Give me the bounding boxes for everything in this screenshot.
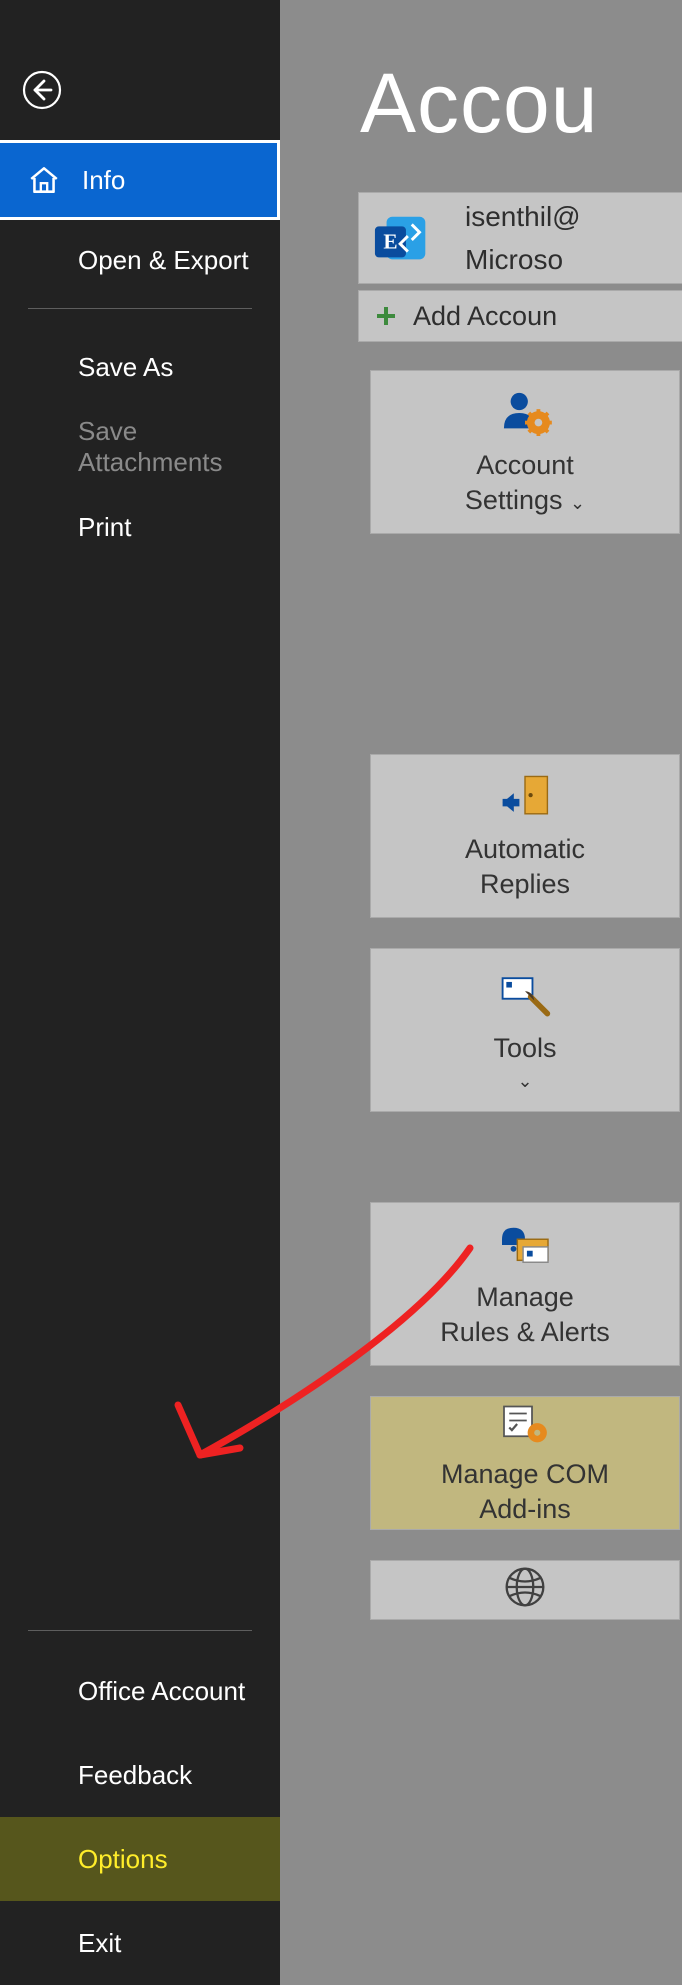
nav-feedback[interactable]: Feedback [0,1733,280,1817]
account-provider: Microso [465,238,581,281]
nav-bottom-divider [28,1630,252,1631]
tools-tile[interactable]: Tools ⌄ [370,948,680,1112]
nav-info-label: Info [82,165,125,196]
manage-com-addins-tile[interactable]: Manage COMAdd-ins [370,1396,680,1530]
back-arrow-icon [22,70,62,110]
home-icon [27,163,61,197]
nav-print-label: Print [78,512,131,543]
globe-tile-partial[interactable] [370,1560,680,1620]
add-account-button[interactable]: Add Accoun [358,290,682,342]
manage-rules-label: ManageRules & Alerts [440,1280,610,1350]
account-settings-label: AccountSettings ⌄ [465,448,585,518]
nav-save-as-label: Save As [78,352,173,383]
automatic-replies-tile[interactable]: AutomaticReplies [370,754,680,918]
tile-column: AccountSettings ⌄ AutomaticReplies [370,370,682,1620]
manage-rules-tile[interactable]: ManageRules & Alerts [370,1202,680,1366]
nav-save-as[interactable]: Save As [0,327,280,407]
nav-divider [28,308,252,309]
nav-options[interactable]: Options [0,1817,280,1901]
tools-label: Tools [493,1031,556,1066]
checklist-gear-icon [495,1403,555,1445]
nav-save-attachments-label: Save Attachments [78,416,280,478]
nav-office-account-label: Office Account [78,1676,245,1707]
nav-exit-label: Exit [78,1928,121,1959]
nav-open-export-label: Open & Export [78,245,249,276]
nav-bottom: Office Account Feedback Options Exit [0,1649,280,1985]
svg-text:E: E [383,230,397,254]
door-arrow-icon [495,774,555,820]
manage-com-addins-label: Manage COMAdd-ins [441,1457,609,1527]
account-text: isenthil@ Microso [465,195,581,282]
globe-icon [495,1565,555,1609]
nav-save-attachments: Save Attachments [0,407,280,487]
bell-folder-icon [495,1222,555,1268]
back-button[interactable] [22,70,62,110]
page-title: Accou [360,55,682,152]
exchange-icon: E [373,207,435,269]
nav-print[interactable]: Print [0,487,280,567]
main-pane: Accou E isenthil@ Microso Add Accoun [280,0,682,1985]
plus-icon [373,303,399,329]
nav-top: Info Open & Export Save As Save Attachme… [0,140,280,567]
automatic-replies-label: AutomaticReplies [465,832,585,902]
nav-info[interactable]: Info [0,140,280,220]
nav-feedback-label: Feedback [78,1760,192,1791]
nav-office-account[interactable]: Office Account [0,1649,280,1733]
backstage-sidebar: Info Open & Export Save As Save Attachme… [0,0,280,1985]
nav-exit[interactable]: Exit [0,1901,280,1985]
account-settings-tile[interactable]: AccountSettings ⌄ [370,370,680,534]
account-info-box[interactable]: E isenthil@ Microso [358,192,682,284]
nav-open-export[interactable]: Open & Export [0,220,280,300]
nav-options-label: Options [78,1844,168,1875]
chevron-down-icon: ⌄ [517,1070,532,1093]
mailbox-brush-icon [495,971,555,1019]
add-account-label: Add Accoun [413,301,557,332]
account-email: isenthil@ [465,195,581,238]
person-gear-icon [495,390,555,436]
